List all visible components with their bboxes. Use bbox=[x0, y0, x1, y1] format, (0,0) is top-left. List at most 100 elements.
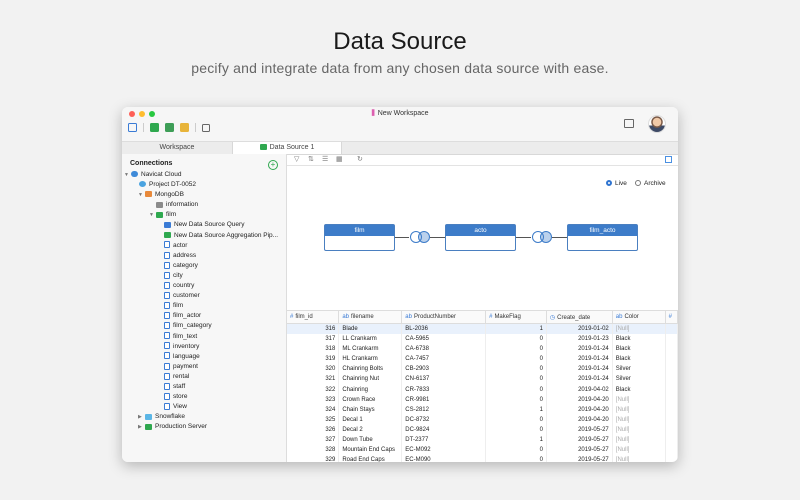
tree-item-table[interactable]: rental bbox=[122, 372, 286, 382]
grid-icon[interactable]: ▦ bbox=[336, 156, 343, 163]
table-cell[interactable]: 1 bbox=[485, 435, 547, 446]
save-icon[interactable] bbox=[128, 123, 137, 132]
table-row[interactable]: 321 Chainring Nut CN-6137 0 2019-01-24 Silver bbox=[287, 374, 678, 385]
table-row[interactable]: 322 Chainring CR-7833 0 2019-04-02 Black bbox=[287, 384, 678, 395]
table-cell[interactable] bbox=[665, 364, 678, 375]
tree-item-table[interactable]: address bbox=[122, 251, 286, 261]
table-cell[interactable]: 2019-04-20 bbox=[546, 394, 613, 405]
table-cell[interactable]: Chainring bbox=[338, 384, 403, 395]
table-row[interactable]: 318 ML Crankarm CA-6738 0 2019-01-24 Black bbox=[287, 344, 678, 355]
table-cell[interactable] bbox=[665, 394, 678, 405]
table-row[interactable]: 324 Chain Stays CS-2812 1 2019-04-20 [Null] bbox=[287, 404, 678, 415]
user-avatar[interactable] bbox=[648, 115, 666, 133]
table-cell[interactable]: [Null] bbox=[612, 394, 666, 405]
table-cell[interactable]: [Null] bbox=[612, 404, 666, 415]
table-cell[interactable]: 324 bbox=[287, 404, 340, 415]
tree-item-table[interactable]: inventory bbox=[122, 342, 286, 352]
table-cell[interactable]: 2019-01-24 bbox=[546, 364, 613, 375]
table-cell[interactable] bbox=[665, 354, 678, 365]
tree-item-table[interactable]: film_text bbox=[122, 332, 286, 342]
table-cell[interactable]: 2019-05-27 bbox=[546, 424, 613, 436]
tree-item-query[interactable]: New Data Source Query bbox=[122, 220, 286, 230]
table-cell[interactable]: Chainring Nut bbox=[338, 374, 403, 385]
table-cell[interactable]: DT-2377 bbox=[401, 435, 487, 446]
table-cell[interactable]: 2019-04-02 bbox=[546, 384, 613, 395]
table-cell[interactable]: 327 bbox=[287, 435, 340, 446]
table-cell[interactable]: 322 bbox=[287, 384, 340, 395]
table-cell[interactable]: 2019-04-20 bbox=[546, 414, 613, 425]
tab-data-source-1[interactable]: Data Source 1 bbox=[232, 142, 342, 154]
table-row[interactable]: 317 LL Crankarm CA-5965 0 2019-01-23 Black bbox=[287, 334, 678, 345]
table-cell[interactable]: CR-7833 bbox=[401, 384, 487, 395]
join-icon[interactable] bbox=[410, 231, 430, 243]
table-cell[interactable]: 0 bbox=[485, 445, 547, 456]
node-film-acto[interactable]: film_acto bbox=[567, 224, 638, 251]
table-row[interactable]: 323 Crown Race CR-9981 0 2019-04-20 [Null] bbox=[287, 394, 678, 405]
tree-item-film-db[interactable]: ▼ film bbox=[122, 210, 286, 220]
table-cell[interactable] bbox=[665, 323, 678, 335]
table-cell[interactable]: 0 bbox=[485, 414, 547, 425]
columns-icon[interactable]: ☰ bbox=[322, 156, 329, 163]
tree-item-table[interactable]: customer bbox=[122, 291, 286, 301]
tree-item-table[interactable]: actor bbox=[122, 241, 286, 251]
table-cell[interactable]: Chainring Bolts bbox=[338, 364, 403, 375]
table-row[interactable]: 320 Chainring Bolts CB-2903 0 2019-01-24 Silv… bbox=[287, 364, 678, 375]
table-cell[interactable]: CA-5965 bbox=[401, 334, 487, 345]
table-cell[interactable] bbox=[665, 404, 678, 415]
new-query-icon[interactable] bbox=[165, 123, 174, 132]
table-cell[interactable]: CB-2903 bbox=[401, 364, 487, 375]
toggle-panel-icon[interactable] bbox=[624, 119, 634, 128]
table-cell[interactable]: [Null] bbox=[612, 424, 666, 436]
tree-item-navicat-cloud[interactable]: ▼ Navicat Cloud bbox=[122, 170, 286, 180]
column-header[interactable]: # film_id bbox=[287, 311, 340, 324]
table-cell[interactable]: Road End Caps bbox=[338, 455, 403, 462]
column-header[interactable]: # MakeFlag bbox=[485, 311, 547, 324]
table-cell[interactable]: Silver bbox=[612, 374, 666, 385]
tree-item-table[interactable]: store bbox=[122, 392, 286, 402]
sort-icon[interactable]: ⇅ bbox=[308, 156, 315, 163]
tree-item-pipeline[interactable]: New Data Source Aggregation Pip... bbox=[122, 231, 286, 241]
tree-item-project[interactable]: Project DT-0052 bbox=[122, 180, 286, 190]
windows-icon[interactable] bbox=[202, 123, 210, 132]
tree-item-production-server[interactable]: ▶ Production Server bbox=[122, 422, 286, 432]
table-cell[interactable]: CA-7457 bbox=[401, 354, 487, 365]
table-cell[interactable]: DC-9824 bbox=[401, 424, 487, 436]
table-row[interactable]: 327 Down Tube DT-2377 1 2019-05-27 [Null] bbox=[287, 435, 678, 446]
table-cell[interactable]: 317 bbox=[287, 334, 340, 345]
node-acto[interactable]: acto bbox=[445, 224, 516, 251]
table-cell[interactable] bbox=[665, 445, 678, 456]
table-cell[interactable]: CN-6137 bbox=[401, 374, 487, 385]
table-cell[interactable] bbox=[665, 374, 678, 385]
table-cell[interactable]: BL-2036 bbox=[401, 323, 487, 335]
table-cell[interactable]: 2019-01-24 bbox=[546, 344, 613, 355]
tree-item-table[interactable]: country bbox=[122, 281, 286, 291]
tree-item-information[interactable]: information bbox=[122, 200, 286, 210]
table-cell[interactable]: 2019-01-02 bbox=[546, 323, 613, 335]
column-header[interactable]: ab Color bbox=[612, 311, 666, 324]
table-cell[interactable]: EC-M092 bbox=[401, 445, 487, 456]
table-cell[interactable]: 2019-05-27 bbox=[546, 455, 613, 462]
add-connection-icon[interactable]: + bbox=[268, 160, 278, 170]
tree-item-table[interactable]: film_actor bbox=[122, 311, 286, 321]
tree-item-table[interactable]: film bbox=[122, 301, 286, 311]
column-header[interactable]: ◷ Create_date bbox=[546, 311, 613, 324]
table-cell[interactable]: [Null] bbox=[612, 445, 666, 456]
tree-item-view[interactable]: View bbox=[122, 402, 286, 412]
table-cell[interactable]: Black bbox=[612, 354, 666, 365]
new-connection-icon[interactable] bbox=[150, 123, 159, 132]
tree-item-table[interactable]: city bbox=[122, 271, 286, 281]
table-cell[interactable]: 0 bbox=[485, 384, 547, 395]
table-cell[interactable]: [Null] bbox=[612, 414, 666, 425]
table-cell[interactable]: Crown Race bbox=[338, 394, 403, 405]
table-cell[interactable]: LL Crankarm bbox=[338, 334, 403, 345]
table-cell[interactable]: [Null] bbox=[612, 455, 666, 462]
table-cell[interactable]: Black bbox=[612, 334, 666, 345]
table-cell[interactable]: 1 bbox=[485, 404, 547, 415]
table-cell[interactable]: 328 bbox=[287, 445, 340, 456]
table-cell[interactable]: Black bbox=[612, 344, 666, 355]
table-cell[interactable]: Black bbox=[612, 384, 666, 395]
table-cell[interactable]: 325 bbox=[287, 414, 340, 425]
table-cell[interactable] bbox=[665, 455, 678, 462]
table-cell[interactable]: [Null] bbox=[612, 323, 666, 335]
table-cell[interactable]: 0 bbox=[485, 354, 547, 365]
